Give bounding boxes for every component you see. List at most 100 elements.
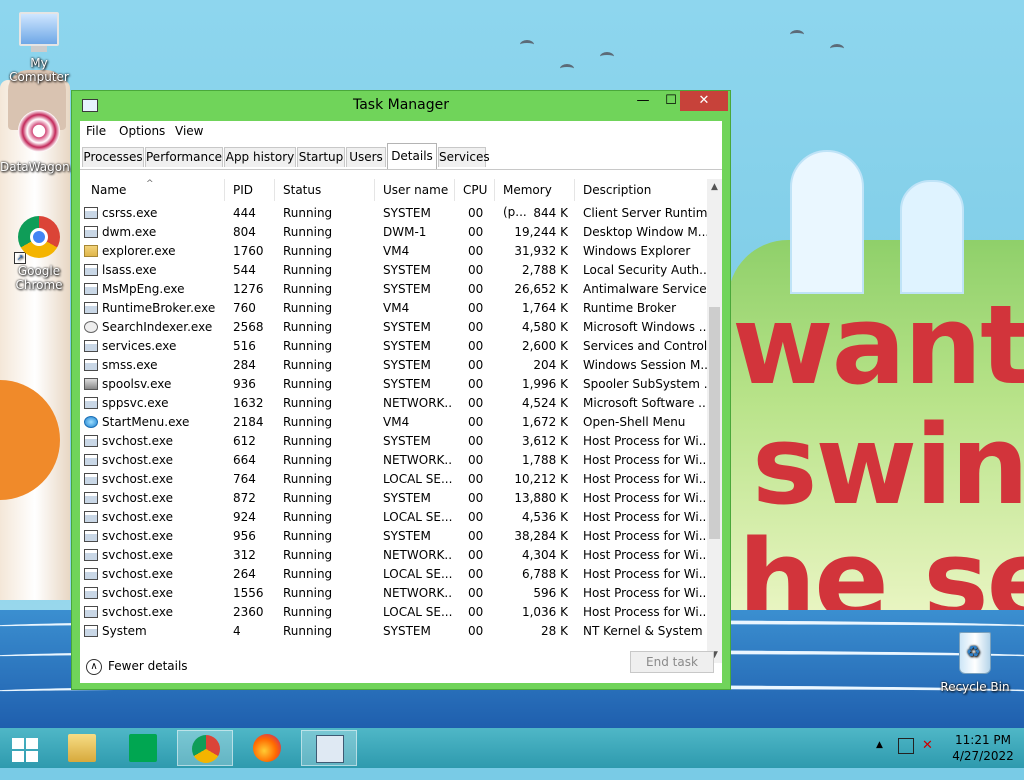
process-pid: 2360 xyxy=(233,605,264,619)
tab-users[interactable]: Users xyxy=(346,147,386,167)
process-list: csrss.exe 444 Running SYSTEM 00 844 K Client S… xyxy=(80,204,707,663)
taskbar-firefox[interactable] xyxy=(239,730,295,766)
table-row[interactable]: System 4 Running SYSTEM 00 28 K NT Kernel & Sy… xyxy=(80,622,707,641)
application-icon xyxy=(84,283,98,295)
table-row[interactable]: svchost.exe 264 Running LOCAL SE... 00 6,788 … xyxy=(80,565,707,584)
desktop-icon-google-chrome[interactable]: Google Chrome xyxy=(0,216,78,292)
table-row[interactable]: svchost.exe 2360 Running LOCAL SE... 00 1,036… xyxy=(80,603,707,622)
table-row[interactable]: services.exe 516 Running SYSTEM 00 2,600 K Ser… xyxy=(80,337,707,356)
process-description: Runtime Broker xyxy=(583,301,677,315)
table-row[interactable]: svchost.exe 924 Running LOCAL SE... 00 4,536 … xyxy=(80,508,707,527)
process-memory: 1,788 K xyxy=(521,453,568,467)
table-row[interactable]: StartMenu.exe 2184 Running VM4 00 1,672 K Open… xyxy=(80,413,707,432)
table-row[interactable]: explorer.exe 1760 Running VM4 00 31,932 K Wind… xyxy=(80,242,707,261)
table-row[interactable]: MsMpEng.exe 1276 Running SYSTEM 00 26,652 K An… xyxy=(80,280,707,299)
tab-processes[interactable]: Processes xyxy=(82,147,144,167)
process-pid: 2568 xyxy=(233,320,264,334)
process-description: Host Process for Wi... xyxy=(583,453,707,467)
table-row[interactable]: csrss.exe 444 Running SYSTEM 00 844 K Client S… xyxy=(80,204,707,223)
process-user: VM4 xyxy=(383,244,410,258)
column-header-cpu[interactable]: CPU xyxy=(455,179,495,201)
table-row[interactable]: dwm.exe 804 Running DWM-1 00 19,244 K Desktop … xyxy=(80,223,707,242)
taskbar-chrome[interactable] xyxy=(177,730,233,766)
table-row[interactable]: svchost.exe 764 Running LOCAL SE... 00 10,212… xyxy=(80,470,707,489)
process-name: csrss.exe xyxy=(102,206,158,220)
scroll-up-icon[interactable]: ▲ xyxy=(707,179,722,195)
process-name: dwm.exe xyxy=(102,225,157,239)
computer-icon xyxy=(19,12,59,52)
desktop-icon-datawagon[interactable]: ↗ DataWagon... xyxy=(0,110,81,264)
tab-services[interactable]: Services xyxy=(438,147,490,167)
menu-file[interactable]: File xyxy=(86,124,106,138)
process-memory: 2,788 K xyxy=(521,263,568,277)
tab-performance[interactable]: Performance xyxy=(145,147,223,167)
table-row[interactable]: svchost.exe 1556 Running NETWORK... 00 596 K H… xyxy=(80,584,707,603)
column-header-status[interactable]: Status xyxy=(275,179,375,201)
table-row[interactable]: RuntimeBroker.exe 760 Running VM4 00 1,764 K R… xyxy=(80,299,707,318)
process-memory: 38,284 K xyxy=(514,529,568,543)
process-status: Running xyxy=(283,339,333,353)
table-row[interactable]: svchost.exe 956 Running SYSTEM 00 38,284 K Hos… xyxy=(80,527,707,546)
network-icon[interactable] xyxy=(898,738,914,754)
taskbar-store[interactable] xyxy=(115,730,171,766)
column-header-row: Name ^ PID Status User name CPU Memory (… xyxy=(80,179,707,219)
title-bar[interactable]: Task Manager — ☐ ✕ xyxy=(72,91,730,121)
table-row[interactable]: smss.exe 284 Running SYSTEM 00 204 K Windows S… xyxy=(80,356,707,375)
close-button[interactable]: ✕ xyxy=(680,91,728,111)
process-name: svchost.exe xyxy=(102,510,173,524)
vertical-scrollbar[interactable]: ▲ ▼ xyxy=(707,179,722,663)
fewer-details-button[interactable]: ∧ Fewer details xyxy=(86,655,188,677)
column-header-user-name[interactable]: User name xyxy=(375,179,455,201)
desktop-icon-my-computer[interactable]: My Computer xyxy=(0,12,78,84)
process-memory: 1,672 K xyxy=(521,415,568,429)
taskbar-task-manager[interactable] xyxy=(301,730,357,766)
table-row[interactable]: SearchIndexer.exe 2568 Running SYSTEM 00 4,58… xyxy=(80,318,707,337)
tab-app-history[interactable]: App history xyxy=(224,147,296,167)
tab-details[interactable]: Details xyxy=(387,143,437,169)
process-status: Running xyxy=(283,282,333,296)
table-row[interactable]: sppsvc.exe 1632 Running NETWORK... 00 4,524 K… xyxy=(80,394,707,413)
taskbar-file-explorer[interactable] xyxy=(54,730,110,766)
start-button[interactable] xyxy=(0,730,56,766)
task-manager-window[interactable]: Task Manager — ☐ ✕ File Options View Pro… xyxy=(71,90,731,690)
table-row[interactable]: svchost.exe 612 Running SYSTEM 00 3,612 K Host… xyxy=(80,432,707,451)
scrollbar-thumb[interactable] xyxy=(709,307,720,539)
folder-icon xyxy=(84,245,98,257)
column-header-name[interactable]: Name ^ xyxy=(80,179,225,201)
taskbar-clock[interactable]: 11:21 PM 4/27/2022 xyxy=(946,732,1020,764)
volume-muted-icon[interactable]: ✕ xyxy=(922,738,938,754)
process-status: Running xyxy=(283,206,333,220)
process-memory: 13,880 K xyxy=(514,491,568,505)
minimize-button[interactable]: — xyxy=(628,91,658,111)
clock-date: 4/27/2022 xyxy=(952,749,1014,763)
table-row[interactable]: svchost.exe 664 Running NETWORK... 00 1,788 K… xyxy=(80,451,707,470)
table-row[interactable]: spoolsv.exe 936 Running SYSTEM 00 1,996 K Spoo… xyxy=(80,375,707,394)
desktop-icon-recycle-bin[interactable]: Recycle Bin xyxy=(936,632,1014,694)
column-header-label: Name xyxy=(91,183,127,197)
show-hidden-icons-button[interactable]: ▲ xyxy=(876,740,883,780)
process-memory: 10,212 K xyxy=(514,472,568,486)
process-cpu: 00 xyxy=(468,301,484,315)
column-header-pid[interactable]: PID xyxy=(225,179,275,201)
table-row[interactable]: svchost.exe 312 Running NETWORK... 00 4,304 K… xyxy=(80,546,707,565)
process-cpu: 00 xyxy=(468,434,484,448)
column-header-description[interactable]: Description xyxy=(575,179,707,201)
process-description: Host Process for Wi... xyxy=(583,510,707,524)
menu-view[interactable]: View xyxy=(175,124,203,138)
menu-options[interactable]: Options xyxy=(119,124,165,138)
chrome-icon xyxy=(18,216,60,258)
desktop-icon-label: Recycle Bin xyxy=(940,680,1010,694)
column-header-memory[interactable]: Memory (p... xyxy=(495,179,575,219)
process-user: LOCAL SE... xyxy=(383,567,453,581)
table-row[interactable]: svchost.exe 872 Running SYSTEM 00 13,880 K Hos… xyxy=(80,489,707,508)
end-task-button[interactable]: End task xyxy=(630,651,714,673)
table-row[interactable]: lsass.exe 544 Running SYSTEM 00 2,788 K Local … xyxy=(80,261,707,280)
application-icon xyxy=(84,435,98,447)
process-status: Running xyxy=(283,472,333,486)
fewer-details-label: Fewer details xyxy=(108,659,188,673)
process-status: Running xyxy=(283,453,333,467)
application-icon xyxy=(84,492,98,504)
process-description: Host Process for Wi... xyxy=(583,491,707,505)
process-pid: 956 xyxy=(233,529,256,543)
tab-startup[interactable]: Startup xyxy=(297,147,345,167)
